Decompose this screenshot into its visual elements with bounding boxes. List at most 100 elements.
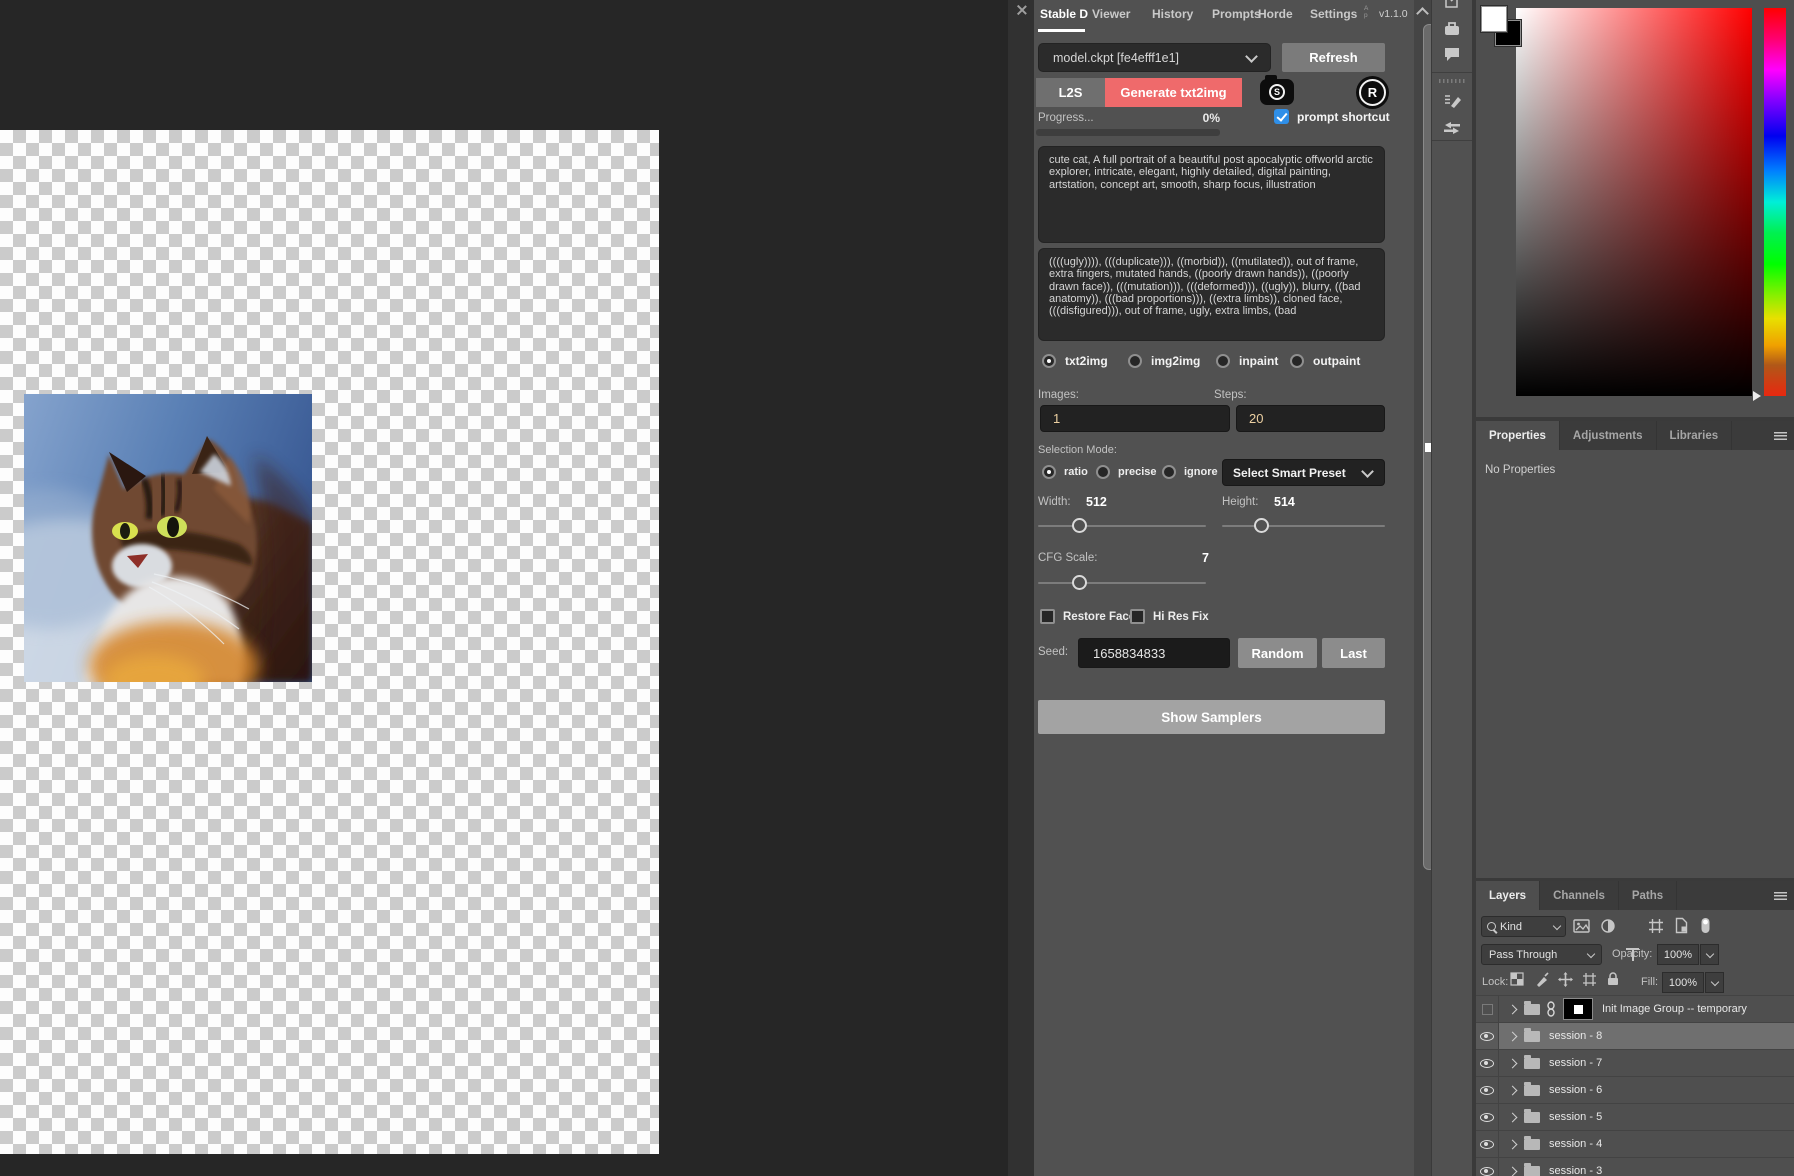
width-slider-knob[interactable] bbox=[1072, 518, 1087, 533]
opacity-dropdown-button[interactable] bbox=[1700, 944, 1719, 965]
prompt-shortcut-checkbox[interactable] bbox=[1274, 109, 1289, 124]
radio-ratio[interactable] bbox=[1042, 465, 1056, 479]
layer-thumbnail[interactable] bbox=[1563, 998, 1593, 1020]
width-slider[interactable] bbox=[1038, 525, 1206, 527]
fill-value-box[interactable]: 100% bbox=[1662, 972, 1704, 993]
expand-chevron-icon[interactable] bbox=[1508, 1112, 1518, 1122]
layer-name[interactable]: session - 8 bbox=[1549, 1030, 1602, 1042]
layer-name[interactable]: session - 6 bbox=[1549, 1084, 1602, 1096]
close-icon[interactable] bbox=[1016, 4, 1027, 15]
tab-stable-d[interactable]: Stable D bbox=[1040, 7, 1088, 21]
layer-name[interactable]: session - 5 bbox=[1549, 1111, 1602, 1123]
tool-presets-panel-icon[interactable] bbox=[1442, 119, 1462, 137]
lock-position-move-icon[interactable] bbox=[1558, 972, 1573, 987]
radio-txt2img[interactable] bbox=[1042, 354, 1056, 368]
mode-option-img2img[interactable]: img2img bbox=[1128, 354, 1200, 368]
comments-panel-icon[interactable] bbox=[1442, 45, 1462, 63]
hue-slider[interactable] bbox=[1764, 8, 1786, 396]
selection-option-ignore[interactable]: ignore bbox=[1162, 465, 1218, 479]
panel-menu-icon[interactable] bbox=[1774, 892, 1787, 900]
fill-dropdown-button[interactable] bbox=[1705, 972, 1724, 993]
radio-ignore[interactable] bbox=[1162, 465, 1176, 479]
lock-all-padlock-icon[interactable] bbox=[1605, 971, 1621, 987]
canvas-area[interactable] bbox=[0, 0, 1008, 1176]
layer-name[interactable]: session - 4 bbox=[1549, 1138, 1602, 1150]
eye-icon[interactable] bbox=[1480, 1167, 1494, 1176]
dock-grip-handle[interactable] bbox=[1439, 79, 1465, 83]
show-samplers-button[interactable]: Show Samplers bbox=[1038, 700, 1385, 734]
panel-menu-icon[interactable] bbox=[1774, 432, 1787, 440]
brush-settings-panel-icon[interactable] bbox=[1442, 91, 1462, 111]
layer-row-session-6[interactable]: session - 6 bbox=[1476, 1076, 1794, 1103]
plugin-scrollbar[interactable] bbox=[1414, 0, 1431, 1176]
expand-chevron-icon[interactable] bbox=[1508, 1031, 1518, 1041]
eye-icon[interactable] bbox=[1480, 1032, 1494, 1041]
cfg-slider-knob[interactable] bbox=[1072, 575, 1087, 590]
eye-icon[interactable] bbox=[1480, 1140, 1494, 1149]
saturation-value-field[interactable] bbox=[1516, 8, 1752, 396]
filter-adjustment-icon[interactable] bbox=[1600, 918, 1616, 934]
visibility-cell[interactable] bbox=[1476, 1023, 1499, 1049]
radio-precise[interactable] bbox=[1096, 465, 1110, 479]
layer-row-init-image-group[interactable]: Init Image Group -- temporary bbox=[1476, 995, 1794, 1022]
layer-row-session-7[interactable]: session - 7 bbox=[1476, 1049, 1794, 1076]
radio-inpaint[interactable] bbox=[1216, 354, 1230, 368]
selection-option-precise[interactable]: precise bbox=[1096, 465, 1157, 479]
tab-properties[interactable]: Properties bbox=[1476, 421, 1560, 450]
tab-paths[interactable]: Paths bbox=[1619, 881, 1677, 910]
tab-viewer[interactable]: Viewer bbox=[1092, 7, 1130, 21]
foreground-color-swatch[interactable] bbox=[1481, 6, 1507, 32]
visibility-cell[interactable] bbox=[1476, 996, 1499, 1022]
tab-layers[interactable]: Layers bbox=[1476, 881, 1540, 910]
eye-icon[interactable] bbox=[1480, 1059, 1494, 1068]
expand-chevron-icon[interactable] bbox=[1508, 1085, 1518, 1095]
height-slider-knob[interactable] bbox=[1254, 518, 1269, 533]
visibility-cell[interactable] bbox=[1476, 1077, 1499, 1103]
opacity-value-box[interactable]: 100% bbox=[1657, 944, 1699, 965]
scrollbar-up-icon[interactable] bbox=[1416, 7, 1429, 20]
tab-horde[interactable]: Horde bbox=[1258, 7, 1293, 21]
prompt-textarea[interactable]: cute cat, A full portrait of a beautiful… bbox=[1038, 146, 1385, 243]
pen-panel-icon[interactable] bbox=[1442, 0, 1462, 11]
mode-option-txt2img[interactable]: txt2img bbox=[1042, 354, 1108, 368]
layer-name[interactable]: session - 7 bbox=[1549, 1057, 1602, 1069]
hi-res-fix-checkbox[interactable] bbox=[1130, 609, 1145, 624]
visibility-cell[interactable] bbox=[1476, 1050, 1499, 1076]
expand-chevron-icon[interactable] bbox=[1508, 1004, 1518, 1014]
steps-input[interactable] bbox=[1236, 405, 1385, 432]
images-input[interactable] bbox=[1040, 405, 1230, 432]
visibility-cell[interactable] bbox=[1476, 1131, 1499, 1157]
layer-row-session-5[interactable]: session - 5 bbox=[1476, 1103, 1794, 1130]
document-canvas[interactable] bbox=[0, 130, 659, 1154]
filter-smart-object-icon[interactable] bbox=[1673, 917, 1689, 934]
tab-adjustments[interactable]: Adjustments bbox=[1560, 421, 1657, 450]
layer-name[interactable]: session - 3 bbox=[1549, 1165, 1602, 1176]
filter-image-icon[interactable] bbox=[1573, 918, 1591, 934]
tab-prompts[interactable]: Prompts bbox=[1212, 7, 1261, 21]
hue-slider-marker[interactable] bbox=[1753, 391, 1761, 401]
radio-img2img[interactable] bbox=[1128, 354, 1142, 368]
expand-chevron-icon[interactable] bbox=[1508, 1139, 1518, 1149]
toolbox-panel-icon[interactable] bbox=[1442, 19, 1462, 37]
seed-input[interactable] bbox=[1078, 638, 1230, 668]
hi-res-fix-option[interactable]: Hi Res Fix bbox=[1130, 609, 1209, 624]
l2s-button[interactable]: L2S bbox=[1036, 78, 1105, 107]
selection-option-ratio[interactable]: ratio bbox=[1042, 465, 1088, 479]
mode-option-inpaint[interactable]: inpaint bbox=[1216, 354, 1278, 368]
lock-artboard-icon[interactable] bbox=[1582, 972, 1597, 987]
cfg-slider[interactable] bbox=[1038, 582, 1206, 584]
expand-chevron-icon[interactable] bbox=[1508, 1058, 1518, 1068]
lock-pixels-brush-icon[interactable] bbox=[1535, 972, 1550, 987]
radio-outpaint[interactable] bbox=[1290, 354, 1304, 368]
width-slider-track[interactable] bbox=[1038, 525, 1206, 527]
visibility-cell[interactable] bbox=[1476, 1158, 1499, 1176]
restore-faces-option[interactable]: Restore Faces bbox=[1040, 609, 1142, 624]
last-seed-button[interactable]: Last bbox=[1322, 638, 1385, 668]
smart-preset-select[interactable]: Select Smart Preset bbox=[1222, 459, 1385, 486]
layer-row-session-3[interactable]: session - 3 bbox=[1476, 1157, 1794, 1176]
tab-settings[interactable]: Settings bbox=[1310, 7, 1357, 21]
refresh-button[interactable]: Refresh bbox=[1282, 43, 1385, 72]
height-slider[interactable] bbox=[1222, 525, 1385, 527]
lock-transparency-icon[interactable] bbox=[1510, 972, 1524, 986]
model-select[interactable]: model.ckpt [fe4efff1e1] bbox=[1038, 43, 1271, 72]
